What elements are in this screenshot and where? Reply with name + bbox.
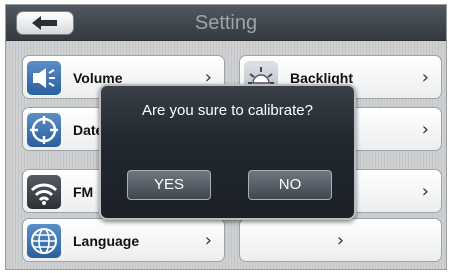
globe-icon	[27, 224, 61, 258]
wireless-icon	[27, 175, 61, 209]
chevron-right-icon: ›	[421, 181, 429, 202]
crosshair-icon	[27, 113, 61, 147]
back-arrow-icon	[32, 16, 57, 30]
no-button[interactable]: NO	[248, 170, 332, 200]
menu-item-label: FM	[73, 184, 94, 200]
chevron-right-icon: ›	[204, 230, 212, 251]
back-button[interactable]	[16, 11, 74, 35]
menu-item-empty[interactable]: ›	[239, 218, 442, 262]
menu-item-language[interactable]: Language ›	[22, 218, 225, 262]
chevron-right-icon: ›	[421, 119, 429, 140]
calibrate-dialog: Are you sure to calibrate? YES NO	[99, 84, 356, 220]
yes-button[interactable]: YES	[127, 170, 211, 200]
speaker-icon	[27, 61, 61, 95]
title-bar: Setting	[6, 5, 446, 41]
chevron-right-icon: ›	[421, 67, 429, 88]
dialog-message: Are you sure to calibrate?	[142, 102, 313, 119]
menu-item-label: Language	[73, 233, 140, 249]
chevron-right-icon: ›	[336, 230, 345, 251]
